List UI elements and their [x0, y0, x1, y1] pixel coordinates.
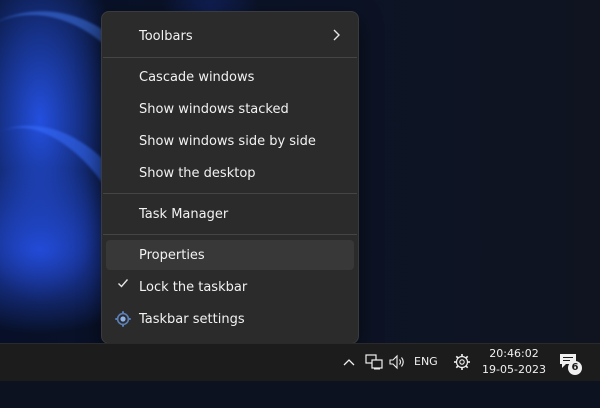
menu-item-label: Toolbars: [139, 28, 193, 44]
menu-item-show-desktop[interactable]: Show the desktop: [106, 158, 354, 188]
menu-item-label: Show the desktop: [139, 165, 256, 181]
network-icon[interactable]: [365, 353, 383, 371]
checkmark-icon: [117, 277, 129, 292]
clock-date: 19-05-2023: [482, 363, 546, 376]
menu-item-label: Task Manager: [139, 206, 229, 222]
menu-item-show-windows-stacked[interactable]: Show windows stacked: [106, 94, 354, 124]
gear-icon[interactable]: [453, 353, 471, 371]
chevron-right-icon: [332, 29, 340, 44]
menu-item-properties[interactable]: Properties: [106, 240, 354, 270]
menu-item-label: Show windows stacked: [139, 101, 289, 117]
language-indicator[interactable]: ENG: [414, 355, 438, 368]
clock-time: 20:46:02: [489, 347, 539, 360]
volume-icon[interactable]: [389, 353, 407, 371]
menu-item-cascade-windows[interactable]: Cascade windows: [106, 62, 354, 92]
gear-icon: [115, 311, 131, 327]
menu-item-label: Properties: [139, 247, 205, 263]
menu-separator: [103, 193, 357, 194]
chevron-up-icon[interactable]: [342, 353, 356, 371]
menu-separator: [103, 234, 357, 235]
menu-item-task-manager[interactable]: Task Manager: [106, 199, 354, 229]
taskbar[interactable]: ENG 20:46:02 19-05-2023 6: [0, 343, 600, 381]
taskbar-context-menu: Toolbars Cascade windows Show windows st…: [101, 11, 359, 344]
menu-item-label: Taskbar settings: [139, 311, 245, 327]
menu-item-taskbar-settings[interactable]: Taskbar settings: [106, 304, 354, 334]
menu-item-label: Cascade windows: [139, 69, 255, 85]
menu-separator: [103, 57, 357, 58]
menu-item-label: Show windows side by side: [139, 133, 316, 149]
menu-item-label: Lock the taskbar: [139, 279, 248, 295]
notification-count-badge: 6: [568, 361, 582, 375]
menu-item-toolbars[interactable]: Toolbars: [106, 21, 354, 51]
menu-item-lock-taskbar[interactable]: Lock the taskbar: [106, 272, 354, 302]
menu-item-show-windows-side-by-side[interactable]: Show windows side by side: [106, 126, 354, 156]
clock[interactable]: 20:46:02 19-05-2023: [482, 346, 546, 378]
